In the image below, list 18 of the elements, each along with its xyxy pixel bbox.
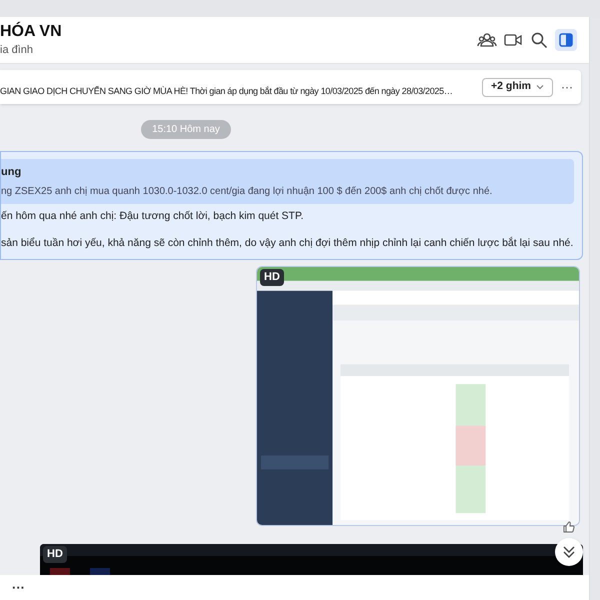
hd-badge: HD	[260, 269, 284, 286]
chat-subtitle: ia đình	[0, 43, 34, 58]
sidebar-toggle-button[interactable]	[555, 29, 577, 51]
search-icon[interactable]	[529, 30, 549, 50]
message-text: ến hôm qua nhé anh chị: Đậu tương chốt lời, bạch kim quét STP.	[1, 208, 305, 224]
quote-text: ng ZSEX25 anh chị mua quanh 1030.0-1032.0 cent/gia đang lợi nhuận 100 $ đến 200$ anh chị chốt được nhé.	[1, 184, 494, 198]
more-button[interactable]: ···	[12, 578, 25, 598]
sidebar-icon	[559, 33, 573, 47]
scroll-down-button[interactable]	[555, 538, 583, 566]
more-pins-button[interactable]: +2 ghim	[482, 78, 553, 96]
more-button[interactable]: ···	[561, 78, 573, 96]
double-chevron-down-icon	[561, 544, 577, 560]
quote-author: ung	[1, 165, 22, 180]
message-text: sản biểu tuần hơi yếu, khả năng sẽ còn chỉnh thêm, do vậy anh chị đợi thêm nhịp chỉnh lại canh chiến lược bắt lại sau nhé.	[1, 236, 574, 252]
pinned-message-text[interactable]: GIAN GIAO DỊCH CHUYỂN SANG GIỜ MÙA HÈ! Thời gian áp dụng bắt đầu từ ngày 10/03/2025 đến ngày 28/03/2025…	[0, 85, 474, 99]
chat-title: HÓA VN	[0, 22, 62, 42]
hd-badge: HD	[43, 546, 67, 562]
chevron-down-icon	[536, 83, 544, 91]
